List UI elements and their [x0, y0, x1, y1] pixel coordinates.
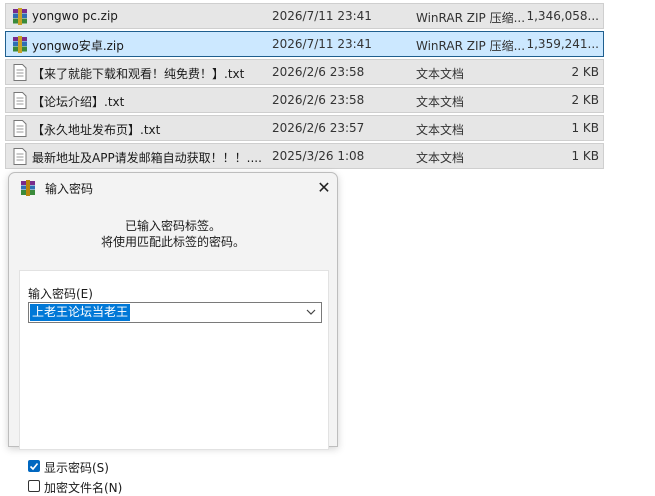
- password-label: 输入密码(E): [28, 287, 93, 301]
- file-date: 2026/2/6 23:58: [272, 93, 365, 107]
- close-button[interactable]: ✕: [311, 175, 337, 201]
- password-input-text[interactable]: 上老王论坛当老王: [30, 304, 131, 321]
- file-name: 【永久地址发布页】.txt: [32, 123, 161, 137]
- file-size: 1,359,241...: [526, 37, 599, 51]
- file-row[interactable]: 【永久地址发布页】.txt 2026/2/6 23:57 文本文档 1 KB: [5, 115, 604, 141]
- text-document-icon: [13, 92, 27, 109]
- file-size: 1 KB: [571, 121, 599, 135]
- file-type: 文本文档: [416, 123, 465, 137]
- winrar-archive-icon: [13, 8, 27, 25]
- show-password-label: 显示密码(S): [44, 461, 109, 475]
- encrypt-filenames-label: 加密文件名(N): [44, 481, 123, 495]
- text-document-icon: [13, 148, 27, 165]
- close-icon: ✕: [317, 178, 331, 197]
- file-type: WinRAR ZIP 压缩...: [416, 11, 526, 25]
- file-type: WinRAR ZIP 压缩...: [416, 39, 526, 53]
- file-date: 2026/2/6 23:57: [272, 121, 365, 135]
- file-date: 2026/7/11 23:41: [272, 9, 372, 23]
- chevron-down-icon[interactable]: [305, 305, 317, 319]
- password-combobox[interactable]: 上老王论坛当老王: [28, 302, 322, 323]
- file-size: 2 KB: [571, 93, 599, 107]
- file-row[interactable]: 【来了就能下载和观看！纯免费！】.txt 2026/2/6 23:58 文本文档 2 …: [5, 59, 604, 85]
- file-row[interactable]: 【论坛介绍】.txt 2026/2/6 23:58 文本文档 2 KB: [5, 87, 604, 113]
- dialog-message-line2: 将使用匹配此标签的密码。: [100, 235, 245, 249]
- password-dialog: 输入密码 ✕ 已输入密码标签。 将使用匹配此标签的密码。 输入密码(E) 上老王…: [8, 172, 338, 495]
- text-document-icon: [13, 120, 27, 137]
- file-name: 【论坛介绍】.txt: [32, 95, 125, 109]
- file-type: 文本文档: [416, 95, 465, 109]
- file-size: 2 KB: [571, 65, 599, 79]
- winrar-app-icon: [21, 180, 35, 196]
- file-row[interactable]: yongwo安卓.zip 2026/7/11 23:41 WinRAR ZIP 压缩…: [5, 31, 604, 57]
- file-size: 1,346,058...: [526, 9, 599, 23]
- file-date: 2026/7/11 23:41: [272, 37, 372, 51]
- dialog-message-line1: 已输入密码标签。: [124, 219, 221, 233]
- file-row[interactable]: yongwo pc.zip 2026/7/11 23:41 WinRAR ZIP 压…: [5, 3, 604, 29]
- file-name: yongwo安卓.zip: [32, 39, 124, 53]
- file-size: 1 KB: [571, 149, 599, 163]
- file-name: 最新地址及APP请发邮箱自动获取！！！....: [32, 151, 262, 165]
- file-row[interactable]: 最新地址及APP请发邮箱自动获取！！！.... 2025/3/26 1:08 文本文…: [5, 143, 604, 169]
- file-type: 文本文档: [416, 151, 465, 165]
- file-type: 文本文档: [416, 67, 465, 81]
- winrar-archive-icon: [13, 36, 27, 53]
- file-date: 2025/3/26 1:08: [272, 149, 365, 163]
- show-password-checkbox[interactable]: [28, 460, 40, 472]
- checkmark-icon: [29, 462, 39, 471]
- dialog-title: 输入密码: [45, 182, 94, 196]
- encrypt-filenames-checkbox[interactable]: [28, 480, 40, 492]
- file-name: 【来了就能下载和观看！纯免费！】.txt: [32, 67, 245, 81]
- file-name: yongwo pc.zip: [32, 9, 118, 23]
- file-date: 2026/2/6 23:58: [272, 65, 365, 79]
- text-document-icon: [13, 64, 27, 81]
- password-panel: 输入密码(E) 上老王论坛当老王 显示密码(S) 加密文件名(N): [19, 270, 329, 495]
